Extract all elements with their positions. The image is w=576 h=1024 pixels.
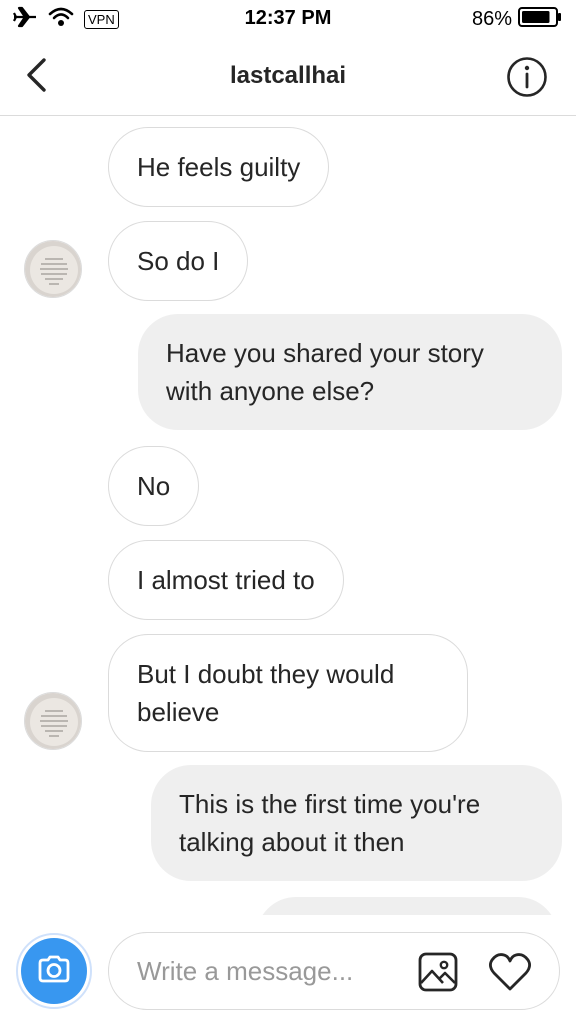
status-right: 86% — [472, 7, 562, 32]
message-bubble-incoming[interactable]: He feels guilty — [108, 127, 330, 207]
gallery-button[interactable] — [417, 951, 459, 993]
camera-button[interactable] — [16, 933, 92, 1009]
like-button[interactable] — [487, 951, 533, 993]
camera-icon — [37, 955, 71, 988]
message-bubble-outgoing[interactable]: This is the first time you're talking ab… — [151, 765, 562, 881]
message-bubble-incoming[interactable]: I almost tried to — [108, 540, 344, 620]
info-icon — [506, 57, 548, 102]
message-text: Have you shared your story with anyone e… — [166, 338, 484, 406]
message-composer — [108, 932, 560, 1010]
avatar[interactable] — [24, 692, 82, 750]
message-text: I almost tried to — [137, 565, 315, 595]
message-bubble-outgoing-partial[interactable] — [256, 897, 558, 915]
conversation-header: lastcallhai — [0, 38, 576, 116]
message-input[interactable] — [137, 953, 407, 989]
conversation-title[interactable]: lastcallhai — [0, 62, 576, 90]
gallery-icon — [417, 952, 459, 997]
battery-fill — [522, 11, 550, 23]
status-bar: VPN 12:37 PM 86% — [0, 0, 576, 38]
message-thread[interactable]: He feels guilty So do I Have you shared … — [0, 117, 576, 915]
message-text: No — [137, 471, 171, 501]
message-bubble-outgoing[interactable]: Have you shared your story with anyone e… — [138, 314, 562, 430]
message-text: But I doubt they would believe — [137, 659, 395, 727]
composer-area — [0, 915, 576, 1024]
message-bubble-incoming[interactable]: But I doubt they would believe — [108, 634, 468, 752]
info-button[interactable] — [506, 56, 548, 98]
avatar[interactable] — [24, 240, 82, 298]
message-text: This is the first time you're talking ab… — [179, 789, 481, 857]
battery-icon — [518, 7, 562, 32]
message-bubble-incoming[interactable]: No — [108, 446, 200, 526]
heart-icon — [487, 953, 533, 997]
battery-percent: 86% — [471, 8, 512, 30]
camera-button-fill — [21, 938, 87, 1004]
message-bubble-incoming[interactable]: So do I — [108, 221, 249, 301]
message-text: He feels guilty — [137, 152, 301, 182]
message-text: So do I — [137, 246, 220, 276]
